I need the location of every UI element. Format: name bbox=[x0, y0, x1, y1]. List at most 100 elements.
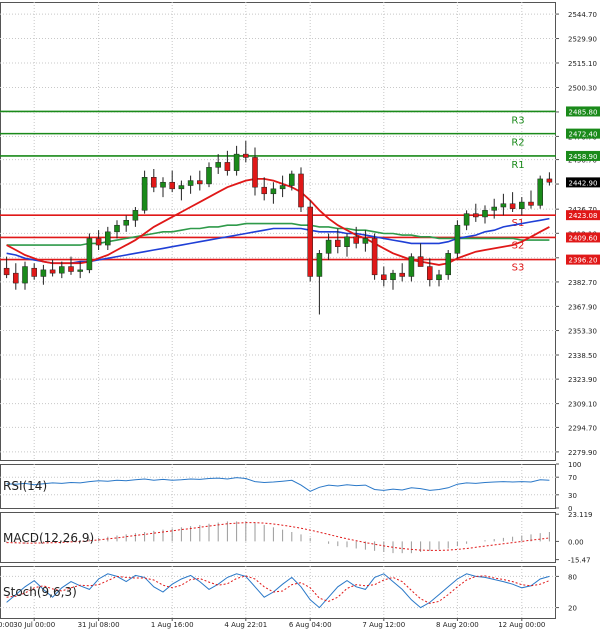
x-tick-label: 6 Aug 04:00 bbox=[289, 621, 332, 629]
rsi-y-tick-label: 100 bbox=[568, 461, 581, 469]
macd-y-tick-label: 0.00 bbox=[568, 538, 584, 546]
candle-body bbox=[362, 238, 369, 244]
rsi-title: RSI(14) bbox=[3, 479, 47, 493]
price-y-tick-label: 2515.10 bbox=[568, 60, 597, 68]
stoch-title: Stoch(9,6,3) bbox=[3, 585, 77, 599]
candle-body bbox=[77, 269, 83, 272]
price-y-tick-label: 2294.70 bbox=[568, 424, 597, 432]
trading-chart: 2544.702529.902515.102500.302485.502470.… bbox=[0, 0, 600, 634]
x-tick-label: 4 Aug 22:01 bbox=[224, 621, 267, 629]
candle-body bbox=[279, 185, 286, 190]
candle-body bbox=[335, 239, 341, 247]
price-y-tick-label: 2500.30 bbox=[568, 84, 597, 92]
rsi-panel bbox=[0, 464, 556, 509]
level-price-tag-text-r3: 2485.80 bbox=[569, 108, 598, 116]
candle-body bbox=[289, 173, 295, 186]
candle-body bbox=[95, 238, 102, 246]
stoch-d-line bbox=[6, 575, 550, 604]
candle-body bbox=[482, 210, 488, 218]
candle-body bbox=[473, 213, 479, 218]
rsi-y-tick-label: 30 bbox=[568, 492, 577, 500]
candle-body bbox=[500, 203, 507, 208]
candle-body bbox=[491, 206, 497, 211]
candle-body bbox=[187, 180, 194, 186]
candle-body bbox=[40, 269, 47, 277]
stoch-panel bbox=[0, 566, 556, 619]
candle-body bbox=[49, 269, 56, 274]
x-tick-label: 7 Aug 12:00 bbox=[362, 621, 405, 629]
price-y-tick-label: 2279.90 bbox=[568, 449, 597, 457]
x-tick-label: 0:00 bbox=[0, 621, 14, 629]
candle-body bbox=[123, 220, 129, 226]
candle-body bbox=[537, 178, 543, 206]
candle-body bbox=[519, 201, 525, 209]
candle-body bbox=[353, 236, 359, 244]
level-price-tag-text-s3: 2396.20 bbox=[569, 257, 598, 265]
level-price-tag-text-s1: 2423.08 bbox=[569, 212, 598, 220]
level-label-r3: R3 bbox=[511, 115, 524, 126]
candle-body bbox=[114, 224, 120, 233]
candle-body bbox=[233, 153, 240, 171]
candle-body bbox=[252, 157, 258, 188]
candle-body bbox=[399, 272, 405, 277]
candle-body bbox=[86, 238, 93, 271]
candle-body bbox=[408, 256, 415, 277]
candle-body bbox=[3, 267, 10, 276]
price-y-tick-label: 2353.30 bbox=[568, 328, 597, 336]
candle-body bbox=[390, 272, 396, 281]
candle-body bbox=[427, 266, 433, 281]
stoch-y-tick-label: 20 bbox=[568, 605, 577, 613]
candle-body bbox=[270, 188, 277, 195]
candle-body bbox=[344, 236, 350, 247]
candle-body bbox=[509, 203, 516, 209]
candle-body bbox=[197, 180, 203, 185]
candle-body bbox=[316, 253, 323, 277]
price-y-tick-label: 2338.50 bbox=[568, 352, 597, 360]
level-label-r2: R2 bbox=[511, 138, 524, 149]
price-y-tick-label: 2309.10 bbox=[568, 401, 597, 409]
candle-body bbox=[261, 186, 267, 195]
stoch-k-line bbox=[6, 573, 550, 609]
candle-body bbox=[325, 239, 332, 254]
candle-body bbox=[307, 206, 313, 277]
x-tick-label: 31 Jul 08:00 bbox=[78, 621, 120, 629]
level-price-tag-text-r2: 2472.40 bbox=[569, 131, 598, 139]
candle-body bbox=[178, 185, 185, 190]
chart-canvas: 2544.702529.902515.102500.302485.502470.… bbox=[0, 2, 600, 629]
candle-body bbox=[132, 210, 139, 221]
candle-body bbox=[215, 162, 221, 168]
candle-body bbox=[59, 266, 65, 274]
price-y-tick-label: 2382.70 bbox=[568, 279, 597, 287]
candle-body bbox=[371, 238, 378, 276]
level-label-s3: S3 bbox=[512, 263, 525, 274]
macd-title: MACD(12,26,9) bbox=[3, 531, 94, 545]
candle-body bbox=[381, 274, 387, 281]
candle-body bbox=[528, 201, 534, 206]
x-tick-label: 8 Aug 20:00 bbox=[436, 621, 479, 629]
candle-body bbox=[298, 173, 304, 208]
rsi-y-tick-label: 70 bbox=[568, 474, 577, 482]
price-y-tick-label: 2529.90 bbox=[568, 36, 597, 44]
candle-body bbox=[151, 177, 157, 188]
price-y-tick-label: 2367.90 bbox=[568, 303, 597, 311]
candle-body bbox=[417, 256, 424, 267]
x-tick-label: 1 Aug 16:00 bbox=[151, 621, 194, 629]
candle-body bbox=[546, 178, 553, 183]
candle-body bbox=[445, 253, 451, 276]
price-panel bbox=[0, 2, 556, 461]
candle-body bbox=[436, 274, 442, 281]
x-tick-label: 12 Aug 00:00 bbox=[498, 621, 545, 629]
last-price-text: 2442.90 bbox=[569, 179, 598, 187]
x-tick-label: 30 Jul 00:00 bbox=[13, 621, 55, 629]
candle-body bbox=[463, 213, 470, 226]
candle-body bbox=[141, 177, 148, 211]
price-y-tick-label: 2323.90 bbox=[568, 376, 597, 384]
candle-body bbox=[13, 272, 19, 284]
level-price-tag-text-s2: 2409.60 bbox=[569, 234, 598, 242]
candle-body bbox=[224, 162, 231, 171]
level-price-tag-text-r1: 2458.90 bbox=[569, 153, 598, 161]
macd-y-tick-label: -15.47 bbox=[568, 557, 591, 565]
candle-body bbox=[31, 267, 37, 277]
candle-body bbox=[160, 181, 166, 188]
macd-y-tick-label: 23.119 bbox=[568, 511, 593, 519]
